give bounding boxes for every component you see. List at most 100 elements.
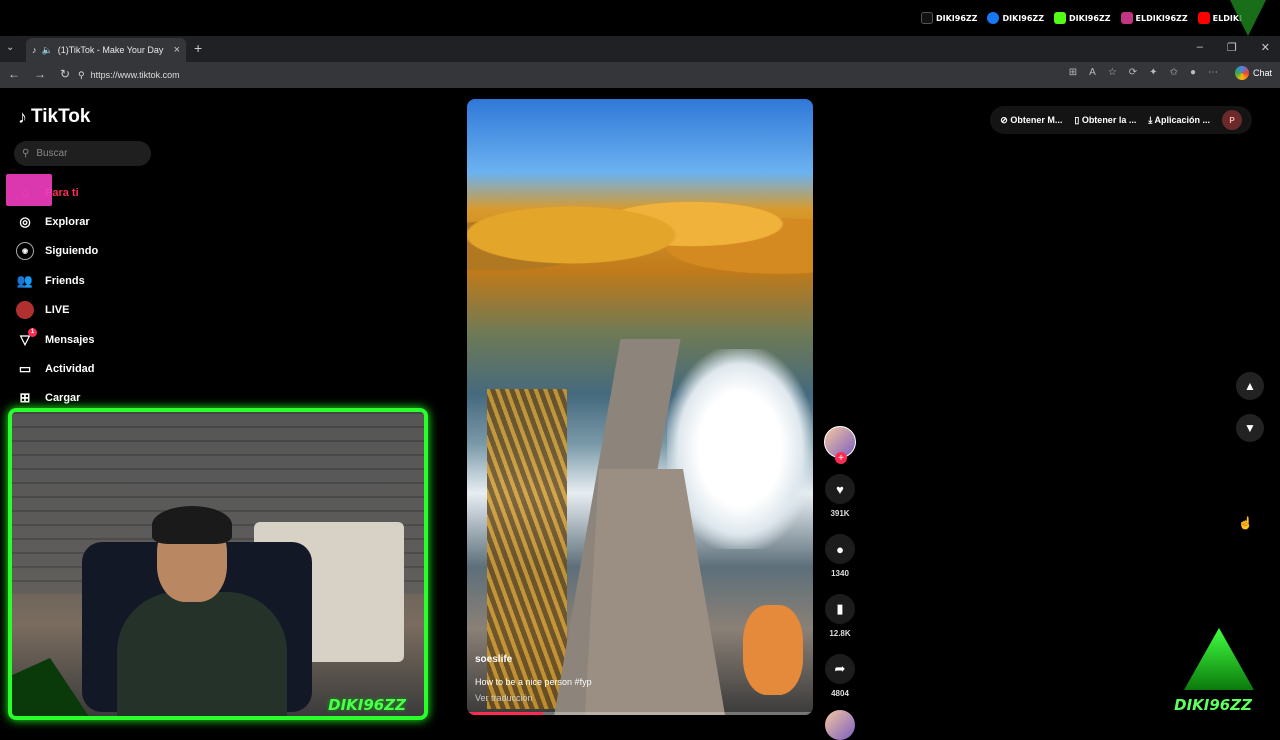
url-field[interactable]: ⚲ https://www.tiktok.com [78, 66, 1078, 84]
chevron-up-icon: ▲ [1244, 379, 1256, 393]
url-text: https://www.tiktok.com [90, 70, 180, 80]
sidebar-item-actividad[interactable]: ▭ Actividad [16, 354, 98, 383]
more-icon[interactable]: ⋯ [1208, 67, 1218, 78]
copilot-icon [1234, 66, 1249, 80]
comment-action[interactable]: ● 1340 [825, 534, 855, 578]
overlay-brand-logo [1230, 0, 1266, 36]
friends-icon: 👥 [16, 272, 34, 288]
like-count: 391K [830, 509, 850, 518]
tiktok-logo[interactable]: ♪ TikTok [18, 106, 90, 128]
creator-avatar[interactable]: + [824, 426, 856, 464]
address-bar: ← → ↻ ⚲ https://www.tiktok.com ⊞ A ☆ ⟳ ✦… [0, 62, 1280, 88]
reload-icon[interactable]: ↻ [60, 67, 70, 81]
site-info-icon[interactable]: ⚲ [78, 70, 85, 81]
streamer-body [117, 592, 287, 716]
back-icon[interactable]: ← [8, 67, 20, 81]
sidebar-item-mensajes[interactable]: ▽ 1 Mensajes [16, 325, 98, 354]
search-icon: ⚲ [22, 148, 30, 159]
streamer-logo-text: DIKI96ZZ [1174, 696, 1252, 714]
upload-icon: ⊞ [19, 390, 31, 406]
save-action[interactable]: ▮ 12.8K [825, 594, 855, 638]
get-app-button[interactable]: ▯ Obtener la ... [1074, 115, 1136, 126]
webcam-corner-logo [12, 658, 90, 716]
streamer-hair [152, 506, 232, 544]
header-actions: ⊘ Obtener M... ▯ Obtener la ... ⤓ Aplica… [990, 106, 1252, 134]
video-caption: soeslife How to be a nice person #fyp Ve… [475, 654, 592, 703]
like-action[interactable]: ♥ 391K [825, 474, 855, 518]
tab-list-dropdown-icon[interactable]: ⌄ [6, 42, 14, 53]
messages-badge: 1 [28, 327, 37, 337]
forward-icon[interactable]: → [34, 67, 46, 81]
comment-count: 1340 [831, 569, 849, 578]
previous-video-button[interactable]: ▲ [1236, 372, 1264, 400]
save-count: 12.8K [829, 629, 851, 638]
bookmark-icon[interactable]: ▮ [825, 594, 855, 624]
tiktok-icon [920, 12, 933, 24]
share-icon[interactable]: ➦ [825, 654, 855, 684]
minimize-icon[interactable]: – [1197, 41, 1203, 54]
video-player[interactable]: soeslife How to be a nice person #fyp Ve… [467, 99, 813, 715]
favorites-icon[interactable]: ✩ [1170, 67, 1178, 78]
sidebar-item-live[interactable]: LIVE [16, 296, 98, 325]
activity-icon: ▭ [18, 361, 32, 377]
extensions-icon[interactable]: ✦ [1149, 67, 1157, 78]
video-progress-fill [467, 712, 544, 715]
tab-title: (1)TikTok - Make Your Day [57, 45, 164, 55]
next-video-button[interactable]: ▼ [1236, 414, 1264, 442]
webcam-overlay: DIKI96ZZ [8, 408, 428, 720]
instagram-icon [1120, 12, 1133, 24]
tiktok-note-icon: ♪ [18, 106, 27, 127]
download-app-button[interactable]: ⤓ Aplicación ... [1148, 115, 1210, 126]
window-controls: – ❐ ✕ [1197, 41, 1270, 54]
get-coins-button[interactable]: ⊘ Obtener M... [1000, 115, 1062, 126]
video-description: How to be a nice person #fyp [475, 677, 592, 687]
sidebar-menu: ⌂Para ti ◎Explorar ◉Siguiendo 👥Friends L… [16, 178, 98, 413]
youtube-icon [1197, 12, 1210, 24]
kick-icon [1054, 12, 1067, 24]
tiktok-page: ♪ TikTok ⚲ Buscar ⌂Para ti ◎Explorar ◉Si… [0, 88, 1280, 740]
nav-buttons: ← → ↻ [8, 67, 70, 81]
tiktok-favicon-icon: ♪ [32, 45, 37, 55]
copilot-chat-button[interactable]: Chat [1234, 66, 1272, 80]
webcam-label: DIKI96ZZ [328, 696, 406, 714]
comment-icon[interactable]: ● [825, 534, 855, 564]
live-icon [16, 301, 34, 320]
restore-icon[interactable]: ❐ [1227, 41, 1237, 54]
browser-tab[interactable]: ♪ 🔈 (1)TikTok - Make Your Day × [26, 38, 186, 62]
translate-icon[interactable]: A [1089, 67, 1096, 78]
profile-avatar[interactable]: P [1222, 110, 1242, 130]
video-actions: + ♥ 391K ● 1340 ▮ 12.8K ➦ 4804 [823, 426, 857, 740]
streamer-logo [1184, 628, 1254, 690]
social-kick: DIKI96ZZ [1054, 12, 1111, 24]
social-facebook: DIKI96ZZ [987, 12, 1044, 24]
tab-close-icon[interactable]: × [174, 44, 180, 56]
favorite-star-icon[interactable]: ☆ [1108, 67, 1117, 78]
messages-icon: ▽ 1 [16, 327, 37, 349]
heart-icon[interactable]: ♥ [825, 474, 855, 504]
video-progress-bar[interactable] [467, 712, 813, 715]
sidebar-item-siguiendo[interactable]: ◉ Siguiendo [16, 237, 98, 266]
refresh-extension-icon[interactable]: ⟳ [1129, 67, 1137, 78]
toolbar-icons: ⊞ A ☆ ⟳ ✦ ✩ ● ⋯ [1069, 67, 1218, 78]
facebook-icon [987, 12, 1000, 24]
sidebar-item-friends[interactable]: 👥 Friends [16, 266, 98, 295]
video-username[interactable]: soeslife [475, 654, 592, 665]
apps-icon[interactable]: ⊞ [1069, 67, 1077, 78]
mouse-cursor-icon: ☝ [1238, 516, 1253, 530]
sound-disc-avatar[interactable] [825, 710, 855, 740]
audio-icon[interactable]: 🔈 [42, 45, 53, 56]
sidebar-item-explorar[interactable]: ◎ Explorar [16, 207, 98, 236]
browser-tabbar: ⌄ ♪ 🔈 (1)TikTok - Make Your Day × + – ❐ … [0, 36, 1280, 62]
search-input[interactable]: ⚲ Buscar [14, 141, 151, 166]
video-hand [743, 605, 803, 695]
follow-plus-icon[interactable]: + [835, 452, 847, 464]
translate-link[interactable]: Ver traducción [475, 693, 592, 703]
profile-icon[interactable]: ● [1190, 67, 1196, 78]
video-trees [467, 169, 813, 279]
window-close-icon[interactable]: ✕ [1261, 41, 1270, 54]
social-instagram: ELDIKI96ZZ [1120, 12, 1188, 24]
new-tab-icon[interactable]: + [194, 40, 202, 56]
chevron-down-icon: ▼ [1244, 421, 1256, 435]
compass-icon: ◎ [19, 214, 31, 230]
share-action[interactable]: ➦ 4804 [825, 654, 855, 698]
